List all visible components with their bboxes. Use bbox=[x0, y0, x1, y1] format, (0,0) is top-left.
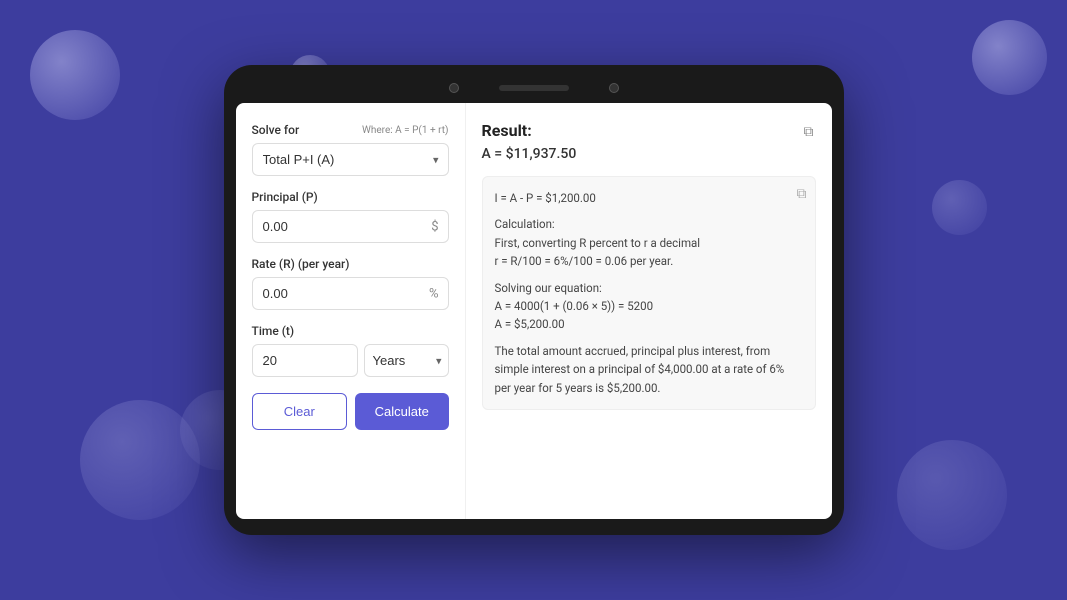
bg-orb-6 bbox=[897, 440, 1007, 550]
rate-label: Rate (R) (per year) bbox=[252, 257, 449, 271]
time-unit-select-wrapper[interactable]: Years Months Days ▾ bbox=[364, 344, 449, 377]
clear-button[interactable]: Clear bbox=[252, 393, 348, 430]
solve-for-header: Solve for Where: A = P(1 + rt) bbox=[252, 123, 449, 137]
tablet-screen: Solve for Where: A = P(1 + rt) Total P+I… bbox=[236, 103, 832, 519]
rate-input-wrapper: % bbox=[252, 277, 449, 310]
detail-line-summary: The total amount accrued, principal plus… bbox=[495, 342, 803, 397]
rate-input[interactable] bbox=[252, 277, 449, 310]
calculator-panel: Solve for Where: A = P(1 + rt) Total P+I… bbox=[236, 103, 466, 519]
rate-group: Rate (R) (per year) % bbox=[252, 257, 449, 310]
formula-note: Where: A = P(1 + rt) bbox=[362, 125, 449, 136]
time-input[interactable] bbox=[252, 344, 358, 377]
solve-for-select-wrapper[interactable]: Total P+I (A) Principal (P) Rate (R) Tim… bbox=[252, 143, 449, 176]
time-unit-select[interactable]: Years Months Days bbox=[364, 344, 449, 377]
bg-orb-3 bbox=[972, 20, 1047, 95]
time-input-wrapper bbox=[252, 344, 358, 377]
principal-input[interactable] bbox=[252, 210, 449, 243]
button-row: Clear Calculate bbox=[252, 393, 449, 430]
tablet-mic bbox=[609, 83, 619, 93]
tablet-top-bar bbox=[224, 83, 844, 93]
solve-for-select[interactable]: Total P+I (A) Principal (P) Rate (R) Tim… bbox=[252, 143, 449, 176]
detail-line-solving: Solving our equation: A = 4000(1 + (0.06… bbox=[495, 279, 803, 334]
result-title: Result: bbox=[482, 121, 532, 140]
calculate-button[interactable]: Calculate bbox=[355, 393, 449, 430]
result-header: Result: bbox=[482, 121, 816, 142]
principal-label: Principal (P) bbox=[252, 190, 449, 204]
bg-orb-7 bbox=[932, 180, 987, 235]
result-main-value: A = $11,937.50 bbox=[482, 146, 816, 162]
copy-detail-button[interactable] bbox=[797, 185, 807, 202]
detail-line-calculation: Calculation: First, converting R percent… bbox=[495, 215, 803, 270]
result-panel: Result: A = $11,937.50 I = A - P = $1,20… bbox=[466, 103, 832, 519]
time-group: Time (t) Years Months Days ▾ bbox=[252, 324, 449, 377]
tablet-device: Solve for Where: A = P(1 + rt) Total P+I… bbox=[224, 65, 844, 535]
principal-input-wrapper: $ bbox=[252, 210, 449, 243]
detail-line-1: I = A - P = $1,200.00 bbox=[495, 189, 803, 207]
solve-for-group: Solve for Where: A = P(1 + rt) Total P+I… bbox=[252, 123, 449, 176]
result-detail-box: I = A - P = $1,200.00 Calculation: First… bbox=[482, 176, 816, 410]
solve-for-label: Solve for bbox=[252, 123, 300, 137]
time-row: Years Months Days ▾ bbox=[252, 344, 449, 377]
time-label: Time (t) bbox=[252, 324, 449, 338]
bg-orb-1 bbox=[30, 30, 120, 120]
result-detail-text: I = A - P = $1,200.00 Calculation: First… bbox=[495, 189, 803, 397]
principal-group: Principal (P) $ bbox=[252, 190, 449, 243]
tablet-camera bbox=[449, 83, 459, 93]
copy-result-icon bbox=[804, 123, 814, 139]
tablet-speaker bbox=[499, 85, 569, 91]
copy-detail-icon bbox=[797, 186, 807, 201]
copy-result-button[interactable] bbox=[802, 121, 816, 142]
